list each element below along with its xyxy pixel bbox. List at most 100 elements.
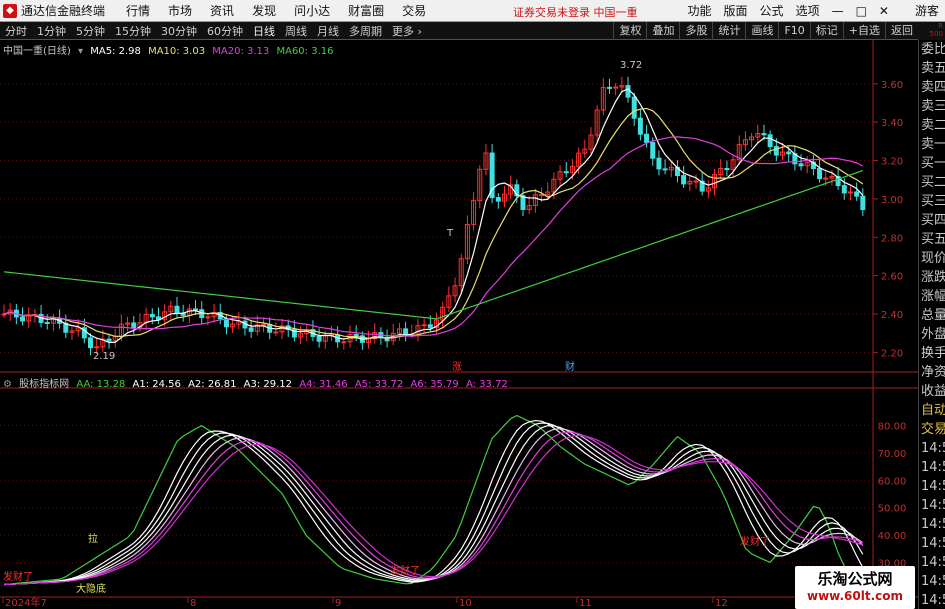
candle-body <box>248 327 254 332</box>
side-panel-item[interactable]: 14:56 <box>919 572 945 591</box>
candle-body <box>662 168 668 171</box>
signal-label: 发财了 <box>390 564 420 577</box>
candle-body <box>341 341 347 344</box>
indicator-a: A: 33.72 <box>465 379 508 390</box>
side-panel-item[interactable]: 卖三 <box>919 97 945 116</box>
candle-body <box>131 322 137 329</box>
date-label: 2024年7 <box>5 596 47 609</box>
indicator-line <box>3 419 864 586</box>
settings-icon[interactable]: ⚙ <box>3 379 12 390</box>
side-panel-item[interactable]: 14:56 <box>919 477 945 496</box>
side-panel-item[interactable]: 收益 <box>919 382 945 401</box>
indicator-name[interactable]: 股标指标网 <box>19 379 69 390</box>
candle-body <box>94 346 100 349</box>
quote-side-panel: 委比 卖五 卖四 卖三 卖二 卖一 买一 买二 买三 买四 买五 现价 涨跌 涨幅 总量 外盘 换手 净资 收益 自动… <box>918 40 945 609</box>
candle-body <box>681 175 687 185</box>
side-panel-item[interactable]: 自动 <box>919 401 945 420</box>
event-marker: 财 <box>565 360 575 373</box>
indicator-aa: AA: 13.28 <box>76 379 126 390</box>
side-panel-item[interactable]: 14:56 <box>919 496 945 515</box>
indicator-tick-label: 60.00 <box>878 476 907 487</box>
indicator-a4: A4: 31.46 <box>299 379 348 390</box>
candle-body <box>20 316 26 322</box>
side-panel-item[interactable]: 外盘 <box>919 325 945 344</box>
stock-label[interactable]: 中国一重(日线) <box>3 46 71 57</box>
side-panel-item[interactable]: 交易 <box>919 420 945 439</box>
date-label: 11 <box>579 598 592 609</box>
candle-body <box>823 177 829 180</box>
side-panel-item[interactable]: 总量 <box>919 306 945 325</box>
side-panel-item[interactable]: 买四 <box>919 211 945 230</box>
indicator-a1: A1: 24.56 <box>132 379 181 390</box>
side-panel-item[interactable]: 14:56 <box>919 458 945 477</box>
side-panel-item[interactable]: 卖四 <box>919 78 945 97</box>
candle-body <box>205 316 211 319</box>
date-label: 9 <box>335 598 341 609</box>
side-panel-item[interactable]: 净资 <box>919 363 945 382</box>
side-panel-item[interactable]: 卖一 <box>919 135 945 154</box>
side-panel-item[interactable]: 卖五 <box>919 59 945 78</box>
price-tick-label: 3.60 <box>881 80 903 91</box>
price-tick-label: 3.00 <box>881 195 903 206</box>
ma20-label: MA20: 3.13 <box>212 46 270 57</box>
candle-body <box>860 195 866 211</box>
price-tick-label: 2.60 <box>881 272 903 283</box>
event-marker: 涨 <box>452 361 462 373</box>
candle-body <box>761 133 767 136</box>
r500-badge: R 500 <box>918 22 945 40</box>
side-panel-item[interactable]: 买一 <box>919 154 945 173</box>
aa-line <box>3 414 864 591</box>
side-panel-item[interactable]: 14:56 <box>919 591 945 609</box>
side-panel-item[interactable]: 买五 <box>919 230 945 249</box>
signal-label: 拉 <box>88 532 98 545</box>
watermark-title: 乐淘公式网 <box>817 570 893 588</box>
t-marker: T <box>446 228 454 239</box>
candle-body <box>817 167 823 180</box>
candle-body <box>495 197 501 202</box>
indicator-tick-label: 40.00 <box>878 531 907 542</box>
candle-body <box>631 96 637 119</box>
candle-body <box>106 338 112 342</box>
side-panel-item[interactable]: 买三 <box>919 192 945 211</box>
candle-body <box>847 191 853 194</box>
side-panel-item[interactable]: 14:56 <box>919 439 945 458</box>
ma10-line <box>3 107 864 339</box>
price-tick-label: 2.80 <box>881 233 903 244</box>
candle-body <box>353 333 359 337</box>
side-panel-item[interactable]: 卖二 <box>919 116 945 135</box>
watermark-url: www.60lt.com <box>806 589 904 603</box>
side-panel-item[interactable]: 买二 <box>919 173 945 192</box>
price-tick-label: 2.20 <box>881 348 903 359</box>
candle-body <box>427 324 433 328</box>
indicator-line <box>3 434 863 586</box>
ma-dropdown-icon[interactable]: ▾ <box>78 46 83 57</box>
side-panel-item[interactable]: 换手 <box>919 344 945 363</box>
side-panel-item[interactable]: 现价 <box>919 249 945 268</box>
candle-body <box>693 180 699 183</box>
indicator-legend: ⚙ 股标指标网 AA: 13.28 A1: 24.56 A2: 26.81 A3… <box>3 375 512 390</box>
candle-body <box>563 171 569 174</box>
side-panel-item[interactable]: 14:56 <box>919 553 945 572</box>
side-panel-item[interactable]: 14:56 <box>919 534 945 553</box>
candle-body <box>607 86 612 89</box>
indicator-tick-label: 50.00 <box>878 504 907 515</box>
candle-body <box>854 191 860 197</box>
kline-chart[interactable]: 3.60 3.40 3.20 3.00 2.80 2.60 2.40 2.20 3.72 2.19… <box>0 0 918 609</box>
side-panel-item[interactable]: 涨跌 <box>919 268 945 287</box>
low-price-label: 2.19 <box>93 351 115 362</box>
side-panel-item[interactable]: 涨幅 <box>919 287 945 306</box>
candle-body <box>798 163 804 167</box>
candle-body <box>261 323 266 326</box>
ma60-line <box>3 169 864 320</box>
candle-body <box>613 86 619 89</box>
side-panel-item[interactable]: 14:56 <box>919 515 945 534</box>
indicator-a3: A3: 29.12 <box>243 379 293 390</box>
candle-body <box>403 328 409 335</box>
candle-body <box>44 321 50 324</box>
signal-label: 发财了 <box>3 570 33 583</box>
indicator-tick-label: 70.00 <box>878 449 907 460</box>
candle-body <box>650 141 656 159</box>
side-panel-item[interactable]: 委比 <box>919 40 945 59</box>
ma20-line <box>3 136 864 337</box>
price-tick-label: 3.40 <box>881 118 903 129</box>
